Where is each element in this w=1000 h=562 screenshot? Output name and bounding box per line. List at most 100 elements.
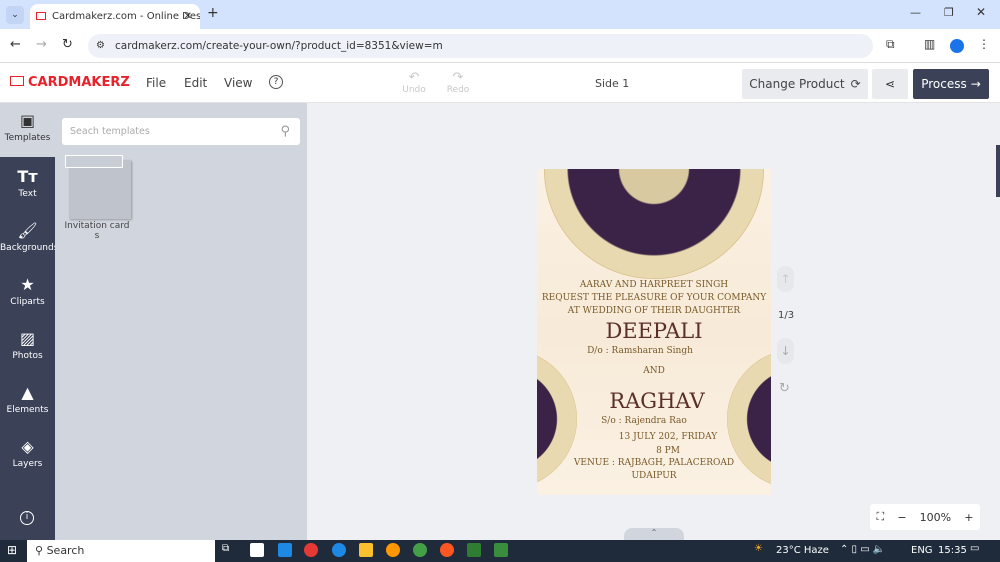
file-explorer-icon[interactable] xyxy=(359,543,373,557)
redo-label: Redo xyxy=(446,85,470,95)
mandala-top-decoration xyxy=(544,169,764,279)
card-request-text[interactable]: REQUEST THE PLEASURE OF YOUR COMPANY xyxy=(537,293,771,303)
weather-text[interactable]: 23°C Haze xyxy=(776,545,829,556)
zoom-level: 100% xyxy=(919,510,952,524)
favicon-icon xyxy=(36,12,46,20)
browser-tab[interactable]: Cardmakerz.com - Online Desig ✕ xyxy=(30,4,200,29)
back-icon[interactable]: ← xyxy=(10,37,21,52)
weather-icon: ☀ xyxy=(754,543,763,554)
app-icon[interactable] xyxy=(413,543,427,557)
zoom-out-button[interactable]: − xyxy=(897,511,906,524)
windows-start-icon[interactable]: ⊞ xyxy=(7,543,17,557)
menu-icon[interactable]: ⋮ xyxy=(978,37,990,51)
zoom-in-button[interactable]: + xyxy=(964,511,973,524)
card-and-text[interactable]: AND xyxy=(537,366,771,376)
close-tab-icon[interactable]: ✕ xyxy=(184,11,192,22)
search-icon: ⚲ xyxy=(35,544,47,557)
sidepanel-icon[interactable]: ▥ xyxy=(924,37,935,51)
redo-icon: ↷ xyxy=(452,70,464,85)
fullscreen-icon[interactable]: ⛶ xyxy=(877,510,885,524)
card-date[interactable]: 13 JULY 202, FRIDAY xyxy=(551,432,771,442)
menu-view[interactable]: View xyxy=(224,76,252,90)
browser-app-icon[interactable] xyxy=(386,543,400,557)
card-venue[interactable]: VENUE : RAJBAGH, PALACEROAD xyxy=(537,458,771,468)
profile-avatar[interactable] xyxy=(950,39,964,53)
menu-file[interactable]: File xyxy=(146,76,166,90)
side-label: Side 1 xyxy=(595,77,630,90)
sidebar-item-photos[interactable]: ▨ Photos xyxy=(0,321,55,375)
sidebar-item-label: Backgrounds xyxy=(0,243,59,253)
excel-app-icon[interactable] xyxy=(494,543,508,557)
sidebar-item-backgrounds[interactable]: 🖌 Backgrounds xyxy=(0,213,59,267)
card-groom-name[interactable]: RAGHAV xyxy=(540,389,771,413)
change-product-button[interactable]: Change Product ⟳ xyxy=(742,69,868,99)
sidebar-item-label: Cliparts xyxy=(10,297,45,307)
scrollbar-thumb[interactable] xyxy=(996,145,1000,197)
card-groom-parent[interactable]: S/o : Rajendra Rao xyxy=(537,416,761,426)
template-label[interactable]: Invitation cards xyxy=(64,221,130,241)
sidebar-item-templates[interactable]: ▣ Templates xyxy=(0,103,55,157)
undo-button[interactable]: ↶ Undo xyxy=(400,70,428,95)
search-templates-input[interactable]: Seach templates ⚲ xyxy=(62,118,300,145)
site-info-icon[interactable]: ⚙ xyxy=(96,34,105,58)
share-icon: ⋖ xyxy=(884,77,896,91)
share-button[interactable]: ⋖ xyxy=(872,69,908,99)
menu-edit[interactable]: Edit xyxy=(184,76,207,90)
sidebar-item-text[interactable]: Tт Text xyxy=(0,159,55,213)
shapes-icon: ▲ xyxy=(21,383,34,402)
forward-icon[interactable]: → xyxy=(36,37,47,52)
sidebar-item-cliparts[interactable]: ★ Cliparts xyxy=(0,267,55,321)
text-icon: Tт xyxy=(17,167,38,186)
arrow-down-icon: ↓ xyxy=(780,344,791,358)
reload-icon[interactable]: ↻ xyxy=(62,37,73,52)
browser-tab-bar: ⌄ Cardmakerz.com - Online Desig ✕ + — ❐ ✕ xyxy=(0,0,1000,29)
notifications-icon[interactable]: ▭ xyxy=(970,543,979,554)
sidebar-item-label: Templates xyxy=(4,133,51,143)
image-icon: ▨ xyxy=(19,329,36,348)
help-icon[interactable]: ? xyxy=(269,75,283,89)
search-icon: ⚲ xyxy=(280,124,290,139)
taskbar: ⊞ ⚲ Search ⧉ ☀ 23°C Haze ⌃ ▯ ▭ 🔈 ENG 15:… xyxy=(0,540,1000,562)
undo-icon: ↶ xyxy=(408,70,420,85)
refresh-icon: ⟳ xyxy=(850,77,861,91)
rotate-icon[interactable]: ↻ xyxy=(779,381,790,396)
close-window-button[interactable]: ✕ xyxy=(976,5,986,19)
undo-label: Undo xyxy=(402,85,426,95)
process-button[interactable]: Process → xyxy=(913,69,989,99)
card-city[interactable]: UDAIPUR xyxy=(537,471,771,481)
card-bride-name[interactable]: DEEPALI xyxy=(537,319,771,343)
firefox-app-icon[interactable] xyxy=(440,543,454,557)
logo[interactable]: CARDMAKERZ xyxy=(10,75,130,90)
move-up-button[interactable]: ↑ xyxy=(777,266,794,292)
tab-list-button[interactable]: ⌄ xyxy=(6,6,24,24)
minimize-button[interactable]: — xyxy=(910,6,921,19)
extensions-icon[interactable]: ⧉ xyxy=(886,37,895,52)
move-down-button[interactable]: ↓ xyxy=(777,338,794,364)
design-canvas-card[interactable]: AARAV AND HARPREET SINGH REQUEST THE PLE… xyxy=(537,169,771,495)
edge-app-icon[interactable] xyxy=(332,543,346,557)
page-indicator: 1/3 xyxy=(778,310,795,321)
sidebar: ▣ Templates Tт Text 🖌 Backgrounds ★ Cliparts… xyxy=(0,103,59,540)
chrome-app-icon[interactable] xyxy=(304,543,318,557)
tray-icons[interactable]: ⌃ ▯ ▭ 🔈 xyxy=(840,544,885,555)
language-indicator[interactable]: ENG xyxy=(911,545,933,556)
clock[interactable]: 15:35 xyxy=(938,545,967,556)
maximize-button[interactable]: ❐ xyxy=(944,6,954,19)
app-icon-2[interactable] xyxy=(467,543,481,557)
template-thumbnail[interactable] xyxy=(69,160,131,219)
mail-app-icon[interactable] xyxy=(278,543,292,557)
card-time[interactable]: 8 PM xyxy=(551,446,771,456)
expand-pages-handle[interactable]: ⌃ xyxy=(624,528,684,540)
card-bride-parent[interactable]: D/o : Ramsharan Singh xyxy=(537,346,757,356)
info-icon[interactable]: i xyxy=(20,511,34,525)
sidebar-item-elements[interactable]: ▲ Elements xyxy=(0,375,55,429)
task-view-icon[interactable]: ⧉ xyxy=(222,543,229,554)
sidebar-item-layers[interactable]: ◈ Layers xyxy=(0,429,55,483)
redo-button[interactable]: ↷ Redo xyxy=(444,70,472,95)
new-tab-button[interactable]: + xyxy=(207,5,219,21)
url-input[interactable]: ⚙ cardmakerz.com/create-your-own/?product… xyxy=(88,34,873,58)
card-hosts-text[interactable]: AARAV AND HARPREET SINGH xyxy=(537,280,771,290)
card-occasion-text[interactable]: AT WEDDING OF THEIR DAUGHTER xyxy=(537,306,771,316)
taskbar-search[interactable]: ⚲ Search xyxy=(27,540,215,562)
store-app-icon[interactable] xyxy=(250,543,264,557)
